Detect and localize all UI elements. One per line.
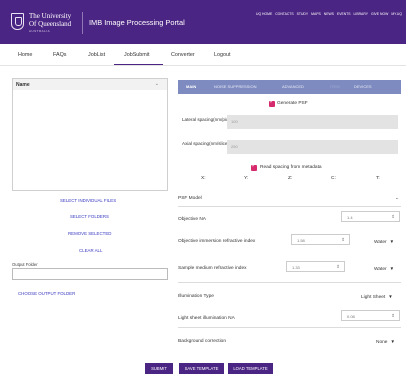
- immersion-medium-value: Water: [374, 240, 387, 245]
- chevron-down-icon: ⌄: [395, 195, 399, 200]
- select-files-button[interactable]: SELECT INDIVIDUAL FILES: [60, 198, 116, 203]
- header-divider: [82, 12, 83, 34]
- portal-title: IMB Image Processing Portal: [89, 18, 185, 27]
- lateral-spacing-input[interactable]: 100: [227, 115, 398, 129]
- illumination-type-value: Light Sheet: [361, 295, 386, 300]
- objective-na-input[interactable]: 1.4 ⇕: [341, 211, 400, 222]
- lightsheet-na-input[interactable]: 0.08 ⇕: [341, 310, 400, 321]
- select-folders-button[interactable]: SELECT FOLDERS: [70, 214, 109, 219]
- logo-line-2: Of Queensland: [29, 20, 72, 28]
- tab-item[interactable]: ITEM: [330, 84, 340, 89]
- choose-output-folder-button[interactable]: CHOOSE OUTPUT FOLDER: [18, 291, 75, 296]
- file-list[interactable]: Name ⌄: [12, 78, 168, 191]
- lightsheet-na-value: 0.08: [347, 314, 355, 319]
- nav-faqs[interactable]: FAQs: [53, 52, 66, 58]
- clear-all-button[interactable]: CLEAR ALL: [79, 248, 102, 253]
- read-spacing-label: Read spacing from metadata: [260, 165, 322, 170]
- save-template-button[interactable]: SAVE TEMPLATE: [179, 363, 224, 374]
- caret-down-icon: ▼: [388, 294, 393, 299]
- divider: [178, 282, 401, 283]
- top-links: UQ HOME CONTACTS STUDY MAPS NEWS EVENTS …: [256, 12, 402, 16]
- spinner-icon[interactable]: ⇕: [336, 264, 340, 270]
- logo-line-1: The University: [29, 12, 72, 20]
- axis-c-label: C:: [331, 176, 336, 181]
- site-header: The University Of Queensland AUSTRALIA I…: [0, 0, 406, 44]
- sample-medium-select[interactable]: Water ▼: [374, 266, 394, 272]
- divider: [178, 206, 401, 207]
- sample-index-input[interactable]: 1.33 ⇕: [286, 261, 345, 272]
- uq-logo[interactable]: The University Of Queensland AUSTRALIA: [11, 12, 81, 34]
- file-list-name-label: Name: [16, 82, 30, 88]
- nav-converter[interactable]: Converter: [171, 52, 195, 58]
- caret-down-icon: ▼: [389, 239, 395, 244]
- objective-na-label: Objective NA: [178, 217, 206, 222]
- top-link-news[interactable]: NEWS: [324, 12, 334, 16]
- nav-logout[interactable]: Logout: [214, 52, 231, 58]
- uq-crest-icon: [11, 13, 24, 30]
- output-folder-label: Output Folder: [12, 262, 38, 267]
- settings-tabs: MAIN NOISE SUPPRESSION ADVANCED ITEM DEV…: [178, 80, 401, 94]
- illumination-type-label: Illumination Type: [178, 294, 214, 299]
- immersion-medium-select[interactable]: Water ▼: [374, 239, 394, 245]
- psf-model-select[interactable]: ⌄: [392, 195, 399, 201]
- immersion-index-label: Objective immersion refractive index: [178, 239, 256, 244]
- spinner-icon[interactable]: ⇕: [391, 214, 395, 220]
- read-spacing-checkbox[interactable]: [251, 163, 257, 171]
- nav-home[interactable]: Home: [18, 52, 32, 58]
- divider: [178, 327, 401, 328]
- top-link-library[interactable]: LIBRARY: [354, 12, 368, 16]
- axis-y-label: Y:: [244, 176, 249, 181]
- sample-medium-value: Water: [374, 267, 387, 272]
- top-link-maps[interactable]: MAPS: [311, 12, 321, 16]
- submit-button[interactable]: SUBMIT: [145, 363, 173, 374]
- background-correction-label: Background correction: [178, 339, 226, 344]
- output-folder-input[interactable]: [12, 268, 168, 280]
- tab-advanced[interactable]: ADVANCED: [282, 84, 304, 89]
- caret-down-icon: ▼: [389, 266, 395, 271]
- spinner-icon[interactable]: ⇕: [341, 237, 345, 243]
- generate-psf-checkbox[interactable]: [269, 99, 275, 107]
- logo-line-3: AUSTRALIA: [29, 29, 51, 33]
- tab-devices[interactable]: DEVICES: [354, 84, 372, 89]
- chevron-down-icon[interactable]: ⌄: [155, 81, 159, 87]
- sample-index-label: Sample medium refractive index: [178, 266, 247, 271]
- top-link-give-now[interactable]: GIVE NOW: [371, 12, 388, 16]
- background-correction-select[interactable]: None ▼: [376, 339, 395, 345]
- nav-joblist[interactable]: JobList: [88, 52, 105, 58]
- nav-jobsubmit[interactable]: JobSubmit: [124, 52, 149, 58]
- remove-selected-button[interactable]: REMOVE SELECTED: [68, 231, 111, 236]
- axial-spacing-input[interactable]: 250: [227, 140, 398, 154]
- caret-down-icon: ▼: [390, 339, 395, 344]
- main-nav: Home FAQs JobList JobSubmit Converter Lo…: [0, 44, 406, 66]
- top-link-my-uq[interactable]: MY.UQ: [391, 12, 402, 16]
- psf-model-label: PSF Model: [178, 196, 202, 201]
- lateral-spacing-value: 100: [231, 119, 238, 124]
- sample-index-value: 1.33: [292, 265, 300, 270]
- immersion-index-input[interactable]: 1.58 ⇕: [291, 234, 350, 245]
- lightsheet-na-label: Light sheet illumination NA: [178, 316, 235, 321]
- objective-na-value: 1.4: [347, 215, 353, 220]
- axis-t-label: T:: [376, 176, 380, 181]
- tab-main[interactable]: MAIN: [186, 84, 196, 89]
- top-link-uq-home[interactable]: UQ HOME: [256, 12, 272, 16]
- illumination-type-select[interactable]: Light Sheet ▼: [361, 294, 393, 300]
- spinner-icon[interactable]: ⇕: [391, 313, 395, 319]
- top-link-contacts[interactable]: CONTACTS: [275, 12, 293, 16]
- top-link-events[interactable]: EVENTS: [337, 12, 351, 16]
- top-link-study[interactable]: STUDY: [297, 12, 309, 16]
- load-template-button[interactable]: LOAD TEMPLATE: [228, 363, 273, 374]
- axial-spacing-value: 250: [231, 144, 238, 149]
- background-correction-value: None: [376, 340, 388, 345]
- tab-noise-suppression[interactable]: NOISE SUPPRESSION: [214, 84, 256, 89]
- generate-psf-label: Generate PSF: [277, 101, 308, 106]
- nav-active-indicator: [114, 64, 163, 65]
- axis-z-label: Z:: [288, 176, 293, 181]
- immersion-index-value: 1.58: [297, 238, 305, 243]
- axis-x-label: X:: [201, 176, 206, 181]
- file-list-header[interactable]: Name ⌄: [13, 79, 167, 90]
